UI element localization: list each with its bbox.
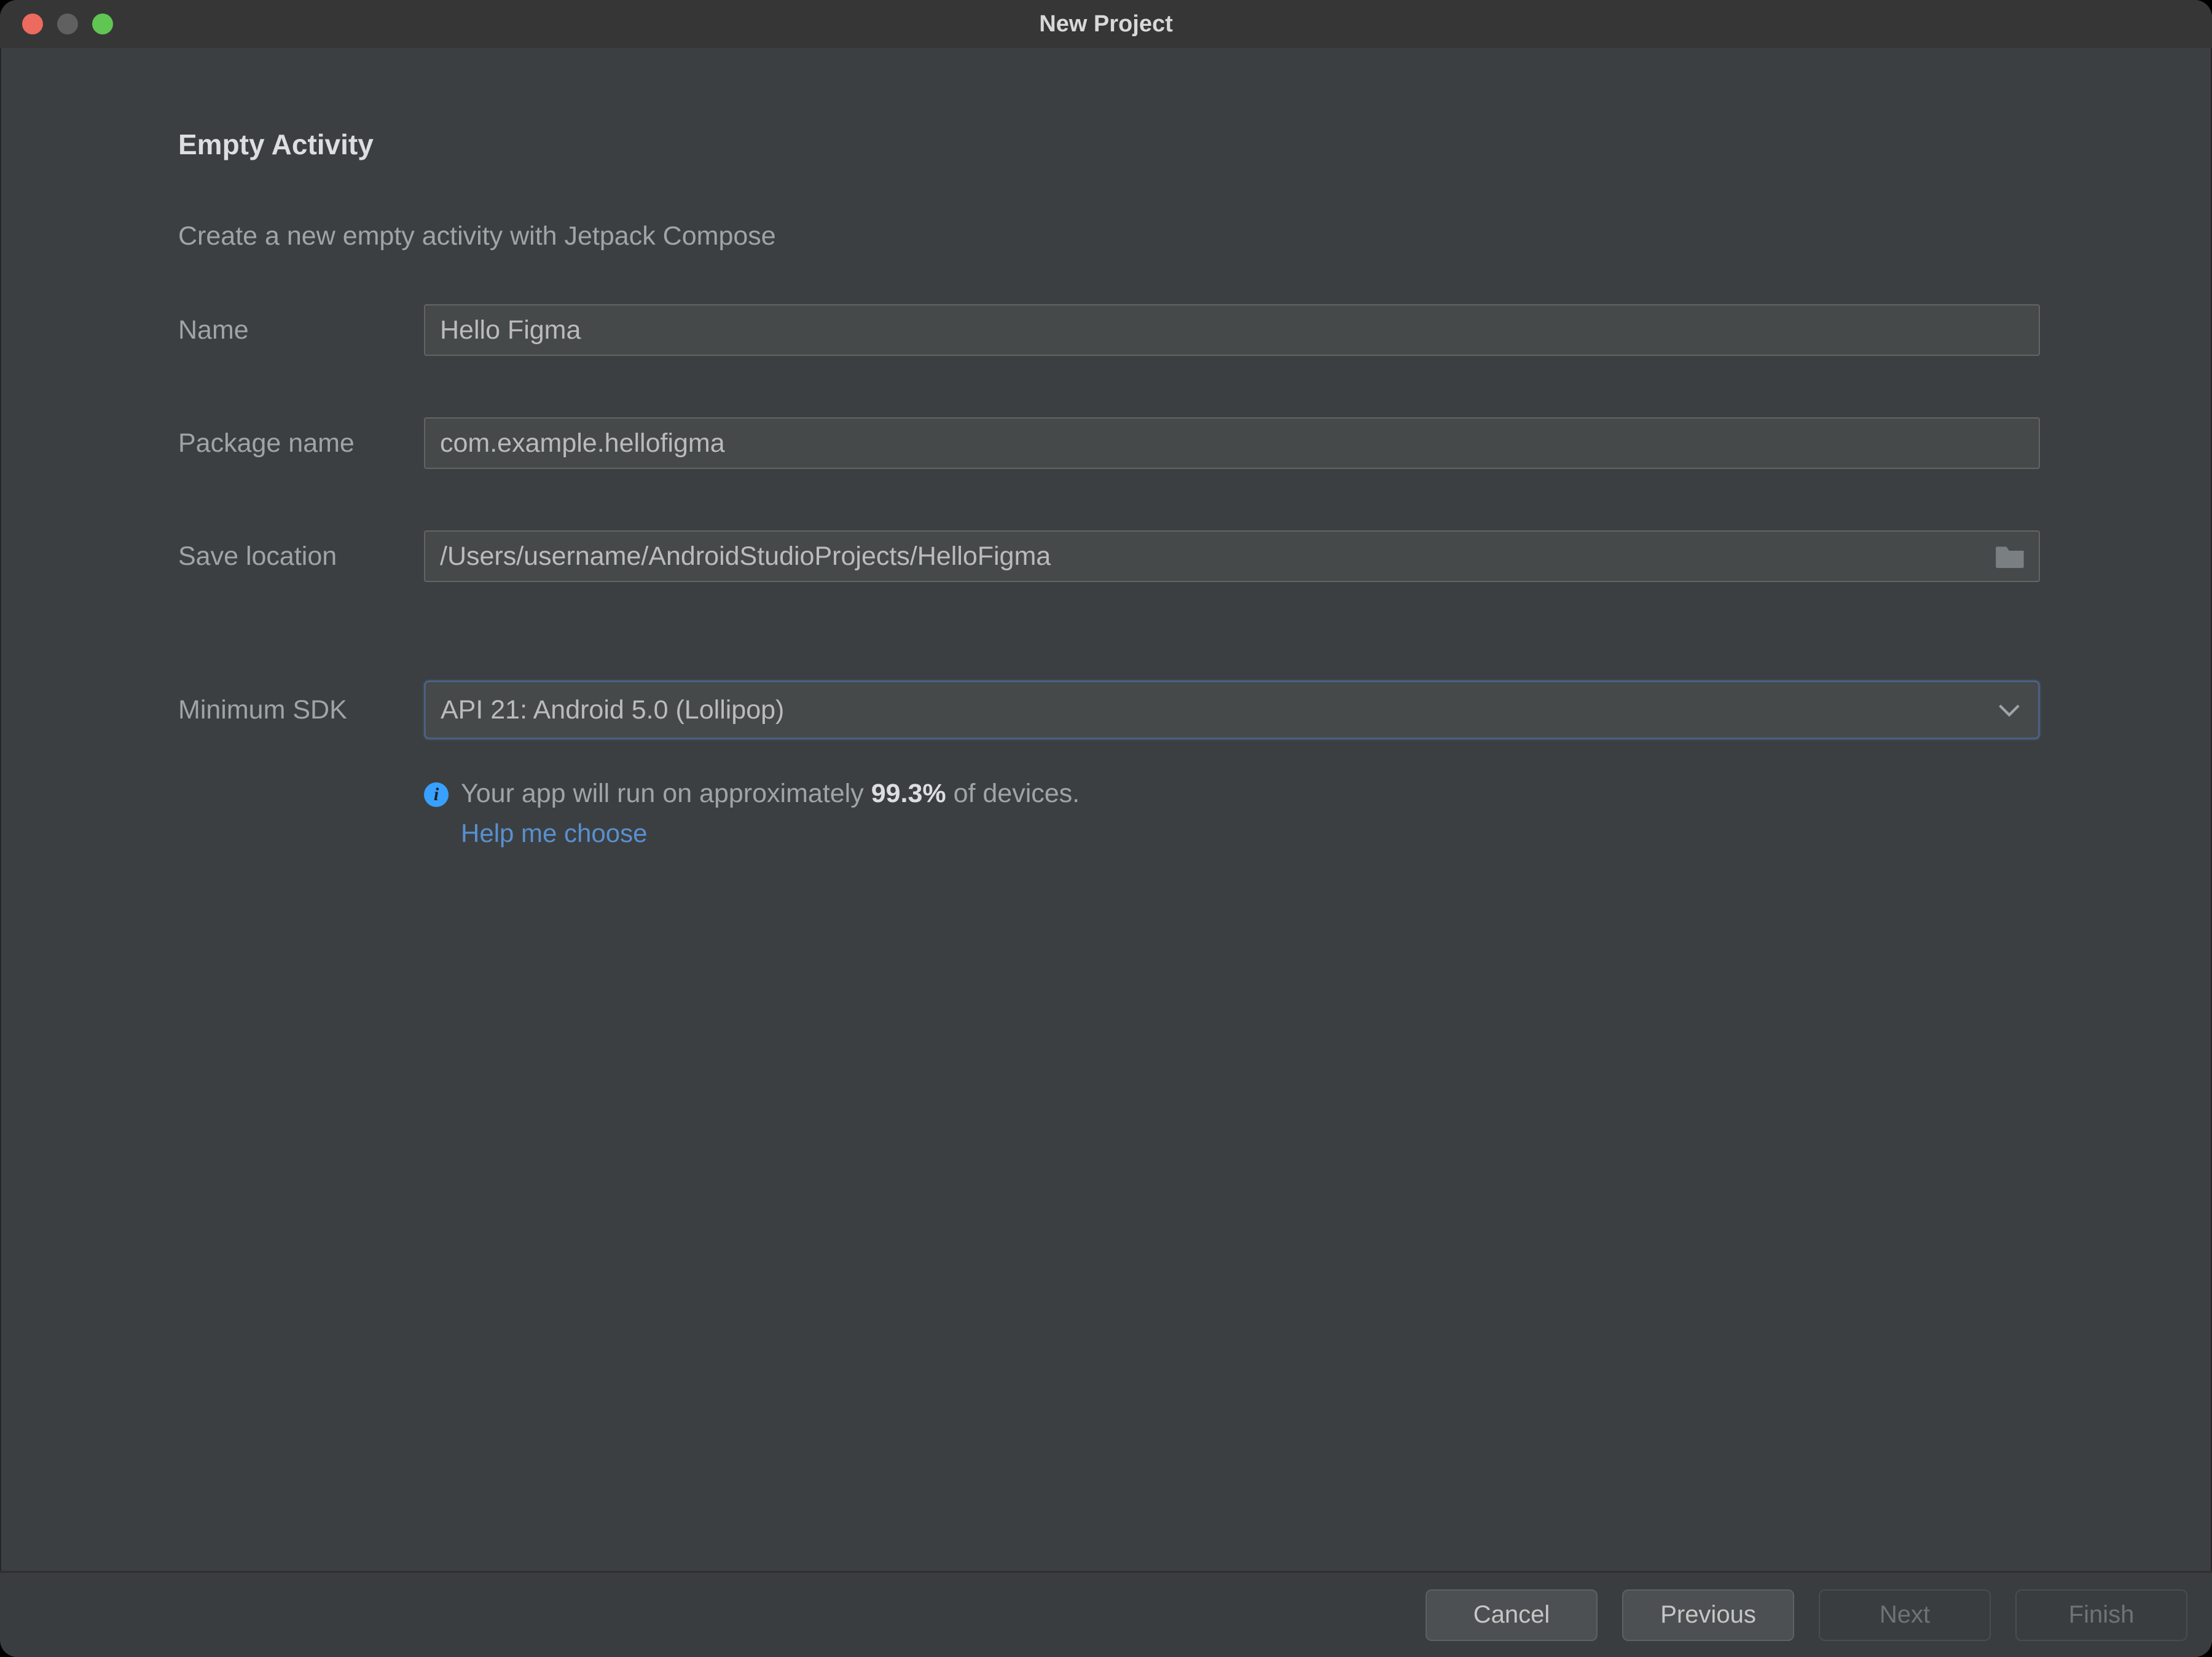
info-icon: i — [424, 782, 449, 807]
sdk-info-row: i Your app will run on approximately 99.… — [178, 779, 2040, 809]
previous-button[interactable]: Previous — [1622, 1589, 1794, 1641]
footer: Cancel Previous Next Finish — [0, 1571, 2212, 1657]
help-row: Help me choose — [178, 819, 2040, 848]
label-package-name: Package name — [178, 428, 424, 459]
browse-folder-icon[interactable] — [1994, 543, 2026, 570]
help-me-choose-link[interactable]: Help me choose — [461, 819, 648, 848]
new-project-window: New Project Empty Activity Create a new … — [0, 0, 2212, 1657]
minimize-window-icon[interactable] — [57, 14, 78, 34]
content-area: Empty Activity Create a new empty activi… — [0, 48, 2212, 1571]
titlebar: New Project — [0, 0, 2212, 48]
label-save-location: Save location — [178, 541, 424, 572]
sdk-info-percent: 99.3% — [871, 779, 946, 808]
page-heading: Empty Activity — [178, 128, 2040, 161]
label-name: Name — [178, 315, 424, 345]
maximize-window-icon[interactable] — [92, 14, 113, 34]
next-button: Next — [1819, 1589, 1991, 1641]
row-minimum-sdk: Minimum SDK API 21: Android 5.0 (Lollipo… — [178, 680, 2040, 739]
package-name-input[interactable] — [424, 417, 2040, 469]
window-title: New Project — [1039, 11, 1173, 37]
cancel-button[interactable]: Cancel — [1426, 1589, 1598, 1641]
row-save-location: Save location — [178, 530, 2040, 582]
finish-button: Finish — [2015, 1589, 2187, 1641]
minimum-sdk-select[interactable]: API 21: Android 5.0 (Lollipop) — [424, 680, 2040, 739]
chevron-down-icon — [1999, 695, 2020, 725]
sdk-info-prefix: Your app will run on approximately — [461, 779, 871, 808]
label-minimum-sdk: Minimum SDK — [178, 695, 424, 725]
page-description: Create a new empty activity with Jetpack… — [178, 221, 2040, 251]
sdk-info-suffix: of devices. — [946, 779, 1080, 808]
row-name: Name — [178, 304, 2040, 356]
window-controls — [22, 0, 113, 48]
sdk-info-text: Your app will run on approximately 99.3%… — [461, 779, 1080, 809]
row-package-name: Package name — [178, 417, 2040, 469]
name-input[interactable] — [424, 304, 2040, 356]
minimum-sdk-value: API 21: Android 5.0 (Lollipop) — [441, 695, 784, 725]
save-location-input[interactable] — [424, 530, 2040, 582]
close-window-icon[interactable] — [22, 14, 43, 34]
